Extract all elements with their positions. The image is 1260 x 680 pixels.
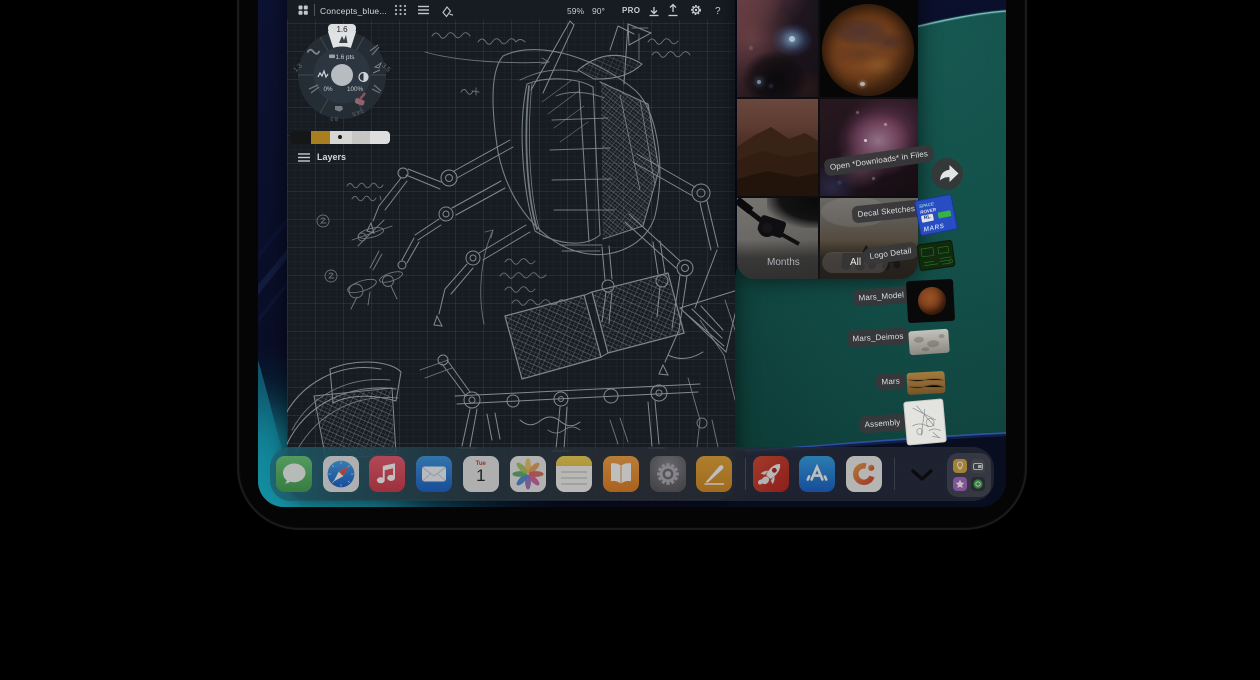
svg-text:8.9: 8.9 [330,115,338,121]
svg-text:0%: 0% [323,86,333,93]
svg-text:1.6: 1.6 [336,25,348,34]
svg-text:100%: 100% [347,86,364,93]
svg-text:1.6 pts: 1.6 pts [336,54,355,61]
